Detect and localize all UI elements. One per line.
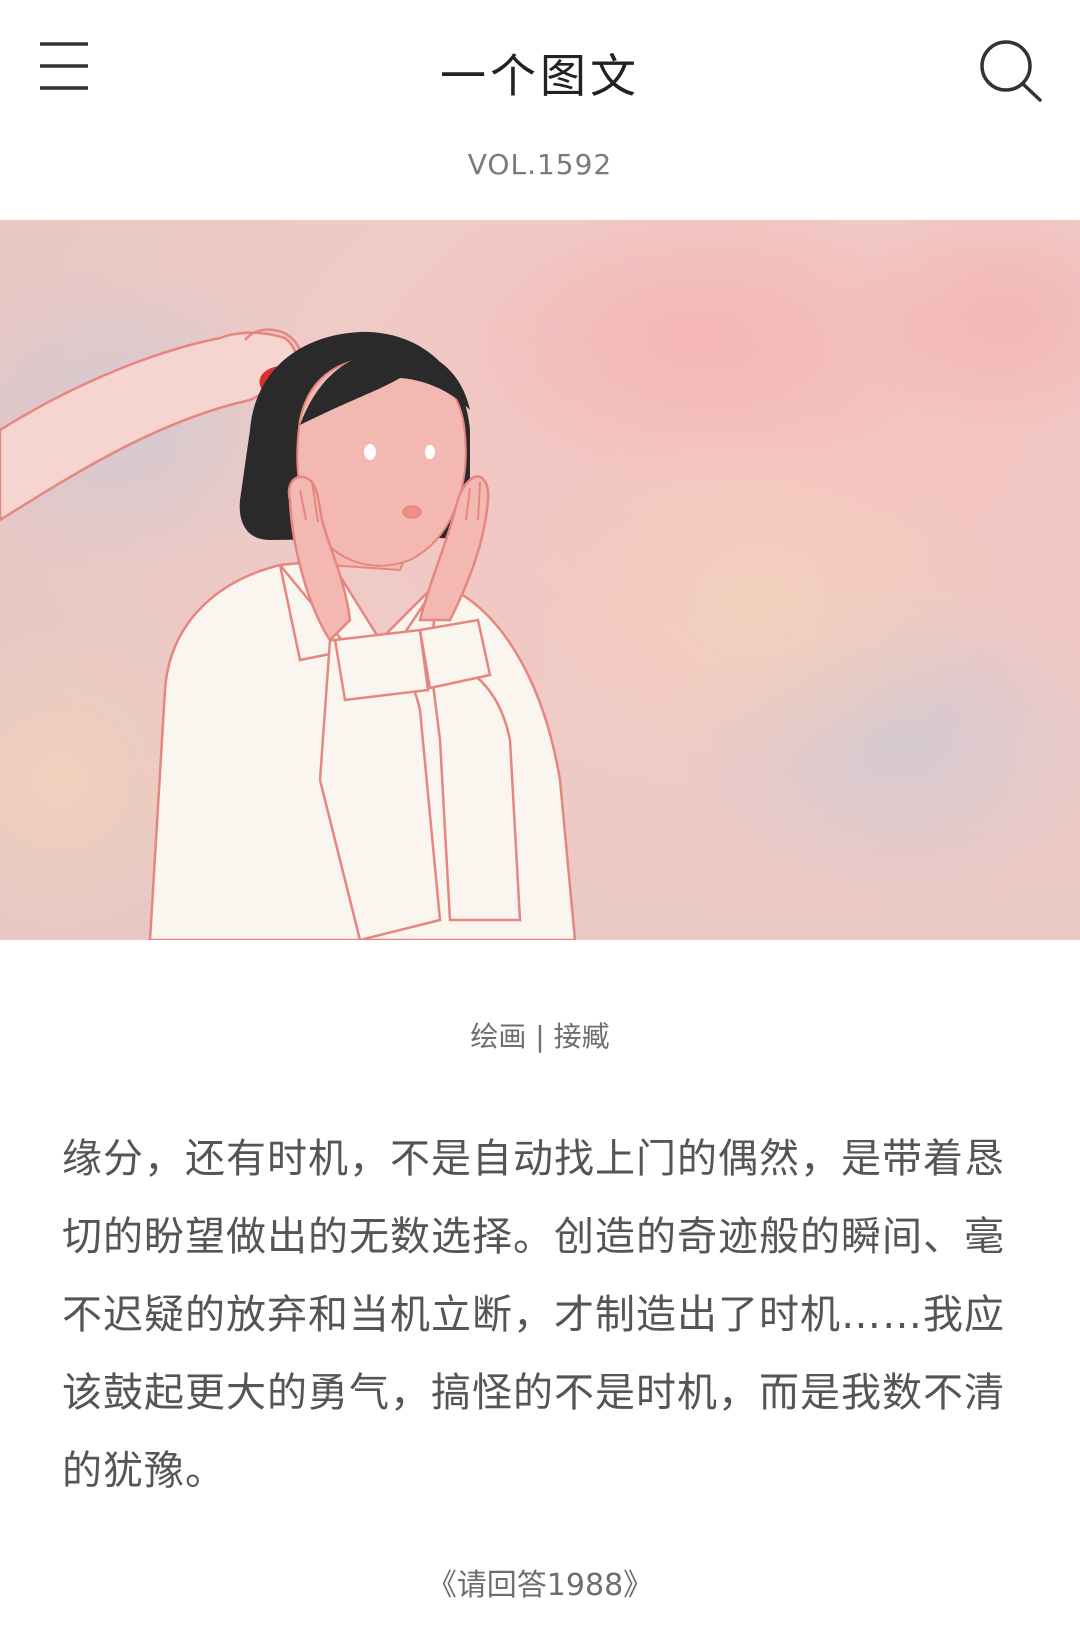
volume-label: VOL.1592 — [467, 148, 613, 181]
article-illustration — [0, 220, 1080, 940]
article-quote: 缘分，还有时机，不是自动找上门的偶然，是带着恳切的盼望做出的无数选择。创造的奇迹… — [62, 1136, 1005, 1494]
top-bar: 一个图文 — [0, 0, 1080, 140]
search-button[interactable] — [970, 30, 1050, 110]
search-icon — [980, 40, 1042, 102]
quote-source: 《请回答1988》 — [426, 1568, 654, 1603]
illustration-credit: 绘画 | 接臧 — [470, 1020, 610, 1053]
page-title: 一个图文 — [440, 49, 640, 103]
